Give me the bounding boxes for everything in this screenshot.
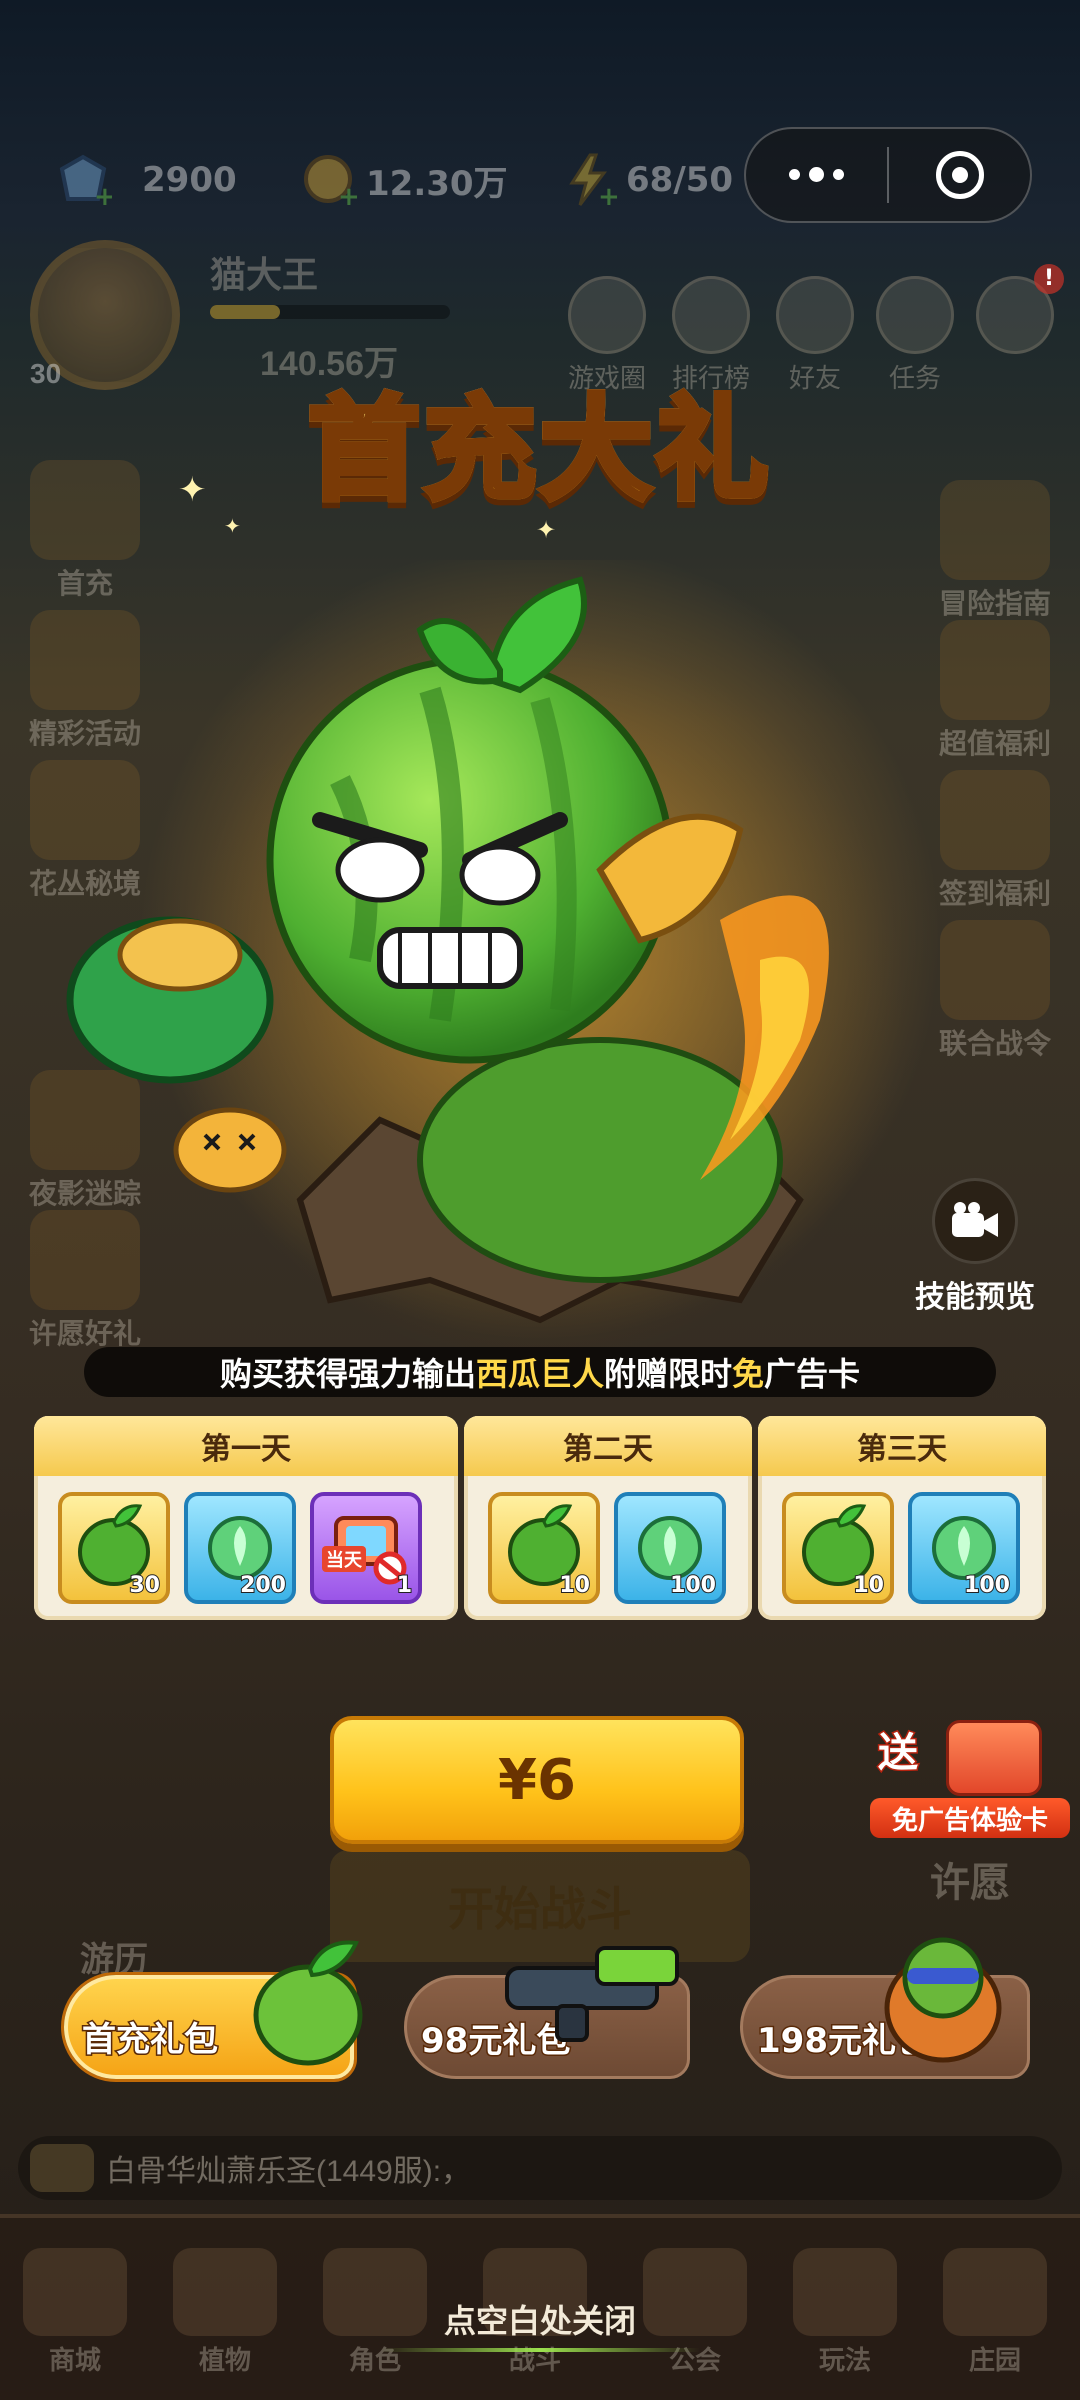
chat-message: 白骨华灿萧乐圣(1449服):， — [106, 2155, 472, 2188]
energy-value: 68/50 — [626, 160, 734, 200]
ad-free-trial-gift-badge: 送 免广告体验卡 — [870, 1720, 1070, 1840]
day3-title: 第三天 — [758, 1416, 1046, 1476]
day1-reward-card: 第一天 30 200 当天 1 — [34, 1416, 458, 1620]
diamond-resource: + 2900 — [54, 154, 247, 209]
world-chat-bar[interactable]: 白骨华灿萧乐圣(1449服):， — [18, 2136, 1062, 2200]
gift-badge-label: 免广告体验卡 — [870, 1798, 1070, 1838]
ninja-turtle-icon — [884, 1937, 1002, 2063]
seed-crystal-icon[interactable]: 100 — [908, 1492, 1020, 1604]
tab-shop: 商城 — [10, 2248, 140, 2377]
watermelon-pack-icon — [253, 1940, 363, 2066]
xp-bar — [210, 305, 450, 319]
player-level: 30 — [30, 358, 62, 389]
miniprogram-capsule — [744, 127, 1032, 223]
tv-icon — [946, 1720, 1042, 1796]
day2-reward-card: 第二天 10 100 — [464, 1416, 752, 1620]
popup-title: 首充大礼 — [240, 370, 840, 530]
watermelon-giant-card-icon[interactable]: 10 — [782, 1492, 894, 1604]
miniprogram-close-button[interactable] — [889, 151, 1030, 199]
close-hint[interactable]: 点空白处关闭 — [340, 2296, 740, 2352]
seed-crystal-icon[interactable]: 100 — [614, 1492, 726, 1604]
notification-dot: ! — [1034, 264, 1064, 294]
lightning-icon: + — [569, 153, 618, 209]
travel-label: 游历 — [80, 1941, 148, 1979]
same-day-tag: 当天 — [322, 1546, 366, 1572]
chat-bubble-icon — [30, 2144, 94, 2192]
tab-manor: 庄园 — [930, 2248, 1060, 2377]
purchase-button[interactable]: ¥6 — [330, 1716, 744, 1844]
player-name: 猫大王 — [210, 254, 319, 295]
ad-free-tv-icon[interactable]: 当天 1 — [310, 1492, 422, 1604]
tasks-button: 任务 — [870, 276, 960, 395]
coin-icon: + — [304, 155, 358, 209]
watermelon-giant-card-icon[interactable]: 10 — [488, 1492, 600, 1604]
day3-reward-card: 第三天 10 100 — [758, 1416, 1046, 1620]
video-camera-icon — [952, 1202, 998, 1237]
tab-modes: 玩法 — [780, 2248, 910, 2377]
first-recharge-pack-tab[interactable]: 首充礼包 — [64, 1940, 363, 2079]
decorative-vine-line — [380, 2348, 700, 2352]
diamond-icon: + — [59, 154, 112, 209]
more-menu-button[interactable] — [746, 166, 887, 182]
sparkle-icon: ✦ — [536, 516, 557, 544]
98-yuan-pack-tab[interactable]: 98元礼包 — [404, 1946, 690, 2079]
198-yuan-pack-tab[interactable]: 198元礼包 — [740, 1937, 1030, 2079]
sparkle-icon: ✦ — [224, 514, 241, 538]
skill-preview-label: 技能预览 — [915, 1280, 1035, 1315]
day2-title: 第二天 — [464, 1416, 752, 1476]
tab-plants: 植物 — [160, 2248, 290, 2377]
wish-label: 许愿 — [930, 1861, 1010, 1905]
sparkle-icon: ✦ — [178, 470, 207, 510]
diamond-value: 2900 — [142, 160, 237, 200]
blaster-gun-icon — [505, 1946, 679, 2042]
energy-resource: + 68/50 — [560, 153, 744, 209]
watermelon-giant-card-icon[interactable]: 30 — [58, 1492, 170, 1604]
coin-value: 12.30万 — [366, 163, 508, 204]
skill-preview-button[interactable]: 技能预览 — [905, 1178, 1045, 1316]
seed-crystal-icon[interactable]: 200 — [184, 1492, 296, 1604]
popup-title-area: 首充大礼 — [240, 370, 840, 540]
coin-resource: + 12.30万 — [300, 155, 518, 209]
hero-name-highlight: 西瓜巨人 — [475, 1355, 604, 1393]
gift-send-label: 送 — [877, 1729, 920, 1778]
day1-title: 第一天 — [34, 1416, 458, 1476]
reward-banner: 购买获得强力输出 西瓜巨人 附赠限时免广告卡 — [84, 1347, 996, 1397]
